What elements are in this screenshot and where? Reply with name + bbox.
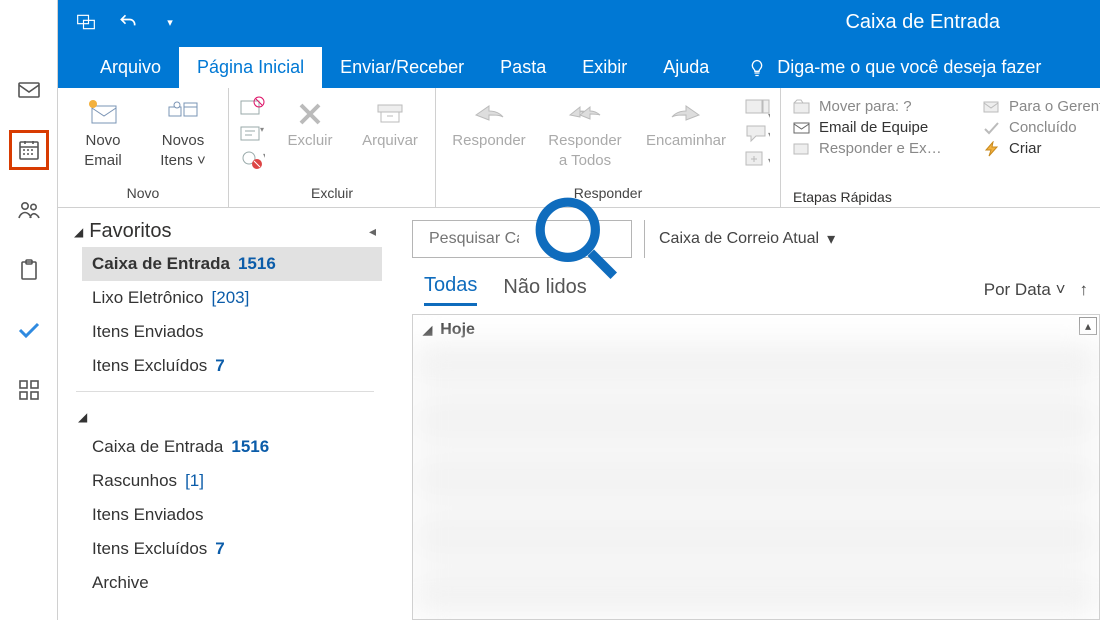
caret-down-icon: ◢ <box>423 323 432 337</box>
folder-inbox-fav[interactable]: Caixa de Entrada 1516 <box>82 247 382 281</box>
done-check-icon <box>983 120 1001 136</box>
folder-nav: ◢Favoritos Caixa de Entrada 1516 Lixo El… <box>58 208 388 620</box>
folder-archive[interactable]: Archive <box>82 566 382 600</box>
ribbon-group-etapas: Mover para: ? Para o Gerente Email de Eq… <box>781 88 1100 207</box>
sort-by[interactable]: Por Data ˅ <box>984 280 1066 300</box>
message-list-pane: Caixa de Correio Atual▾ Todas Não lidos … <box>388 208 1100 620</box>
sort-direction[interactable]: ↑ <box>1080 280 1089 300</box>
chevron-down-icon: ▾ <box>827 229 835 249</box>
team-email-icon <box>793 120 811 136</box>
apps-rail-icon[interactable] <box>9 370 49 410</box>
novo-email-button[interactable]: Novo Email <box>68 94 138 170</box>
folder-move-icon <box>793 99 811 115</box>
quickstep-team-email[interactable]: Email de Equipe <box>793 119 963 136</box>
left-rail <box>0 0 58 620</box>
tab-exibir[interactable]: Exibir <box>564 47 645 88</box>
group-label-excluir: Excluir <box>239 185 425 205</box>
filter-tab-todas[interactable]: Todas <box>424 274 477 306</box>
search-input[interactable] <box>427 229 521 249</box>
new-mail-icon <box>86 97 120 127</box>
new-items-icon <box>166 97 200 127</box>
tell-me[interactable]: Diga-me o que você deseja fazer <box>727 57 1057 88</box>
window-title: Caixa de Entrada <box>58 11 1020 34</box>
reply-icon <box>472 97 506 127</box>
tab-pasta[interactable]: Pasta <box>482 47 564 88</box>
search-scope-dropdown[interactable]: Caixa de Correio Atual▾ <box>644 220 849 258</box>
todo-rail-icon[interactable] <box>9 310 49 350</box>
svg-text:▾: ▾ <box>263 151 265 160</box>
lightbulb-icon <box>747 58 767 78</box>
ribbon-group-excluir: ▾ ▾ Excluir Arquivar Excluir <box>229 88 436 207</box>
svg-text:▾: ▾ <box>768 111 770 118</box>
tell-me-label: Diga-me o que você deseja fazer <box>777 57 1041 78</box>
folder-sent-fav[interactable]: Itens Enviados <box>82 315 382 349</box>
folder-sent[interactable]: Itens Enviados <box>82 498 382 532</box>
forward-icon <box>669 97 703 127</box>
tab-arquivo[interactable]: Arquivo <box>82 47 179 88</box>
folder-deleted[interactable]: Itens Excluídos 7 <box>82 532 382 566</box>
svg-text:▾: ▾ <box>768 130 770 139</box>
folder-inbox[interactable]: Caixa de Entrada 1516 <box>82 430 382 464</box>
encaminhar-button[interactable]: Encaminhar <box>638 94 734 150</box>
cleanup-stack[interactable]: ▾ ▾ <box>239 94 265 170</box>
quickstep-reply-delete[interactable]: Responder e Ex… <box>793 140 963 157</box>
ribbon-tabs: Arquivo Página Inicial Enviar/Receber Pa… <box>58 44 1100 88</box>
folder-drafts[interactable]: Rascunhos [1] <box>82 464 382 498</box>
meeting-icon: ▾ <box>744 96 770 118</box>
message-list[interactable]: ◢Hoje ▴ <box>412 314 1100 620</box>
svg-text:▾: ▾ <box>768 156 770 165</box>
quickstep-move-to[interactable]: Mover para: ? <box>793 98 963 115</box>
archive-icon <box>373 97 407 127</box>
quickstep-done[interactable]: Concluído <box>983 119 1100 136</box>
filter-tab-nao-lidos[interactable]: Não lidos <box>503 276 586 305</box>
folder-junk-fav[interactable]: Lixo Eletrônico [203] <box>82 281 382 315</box>
to-manager-icon <box>983 99 1001 115</box>
mail-rail-icon[interactable] <box>9 70 49 110</box>
group-label-novo: Novo <box>68 185 218 205</box>
cleanup-icon: ▾ <box>239 122 265 144</box>
nav-separator <box>76 391 374 392</box>
tab-pagina-inicial[interactable]: Página Inicial <box>179 47 322 88</box>
blurred-messages <box>413 341 1099 619</box>
collapse-nav-icon[interactable] <box>369 223 376 240</box>
tab-ajuda[interactable]: Ajuda <box>645 47 727 88</box>
people-rail-icon[interactable] <box>9 190 49 230</box>
im-icon: ▾ <box>744 122 770 144</box>
chevron-down-icon: ˅ <box>1056 280 1066 299</box>
calendar-rail-icon[interactable] <box>9 130 49 170</box>
ribbon-group-novo: Novo Email Novos Itens ˅ Novo <box>58 88 229 207</box>
novos-itens-button[interactable]: Novos Itens ˅ <box>148 94 218 170</box>
more-icon: ▾ <box>744 148 770 170</box>
svg-text:▾: ▾ <box>260 125 264 134</box>
excluir-button[interactable]: Excluir <box>275 94 345 150</box>
tasks-rail-icon[interactable] <box>9 250 49 290</box>
junk-icon: ▾ <box>239 148 265 170</box>
more-respond-stack[interactable]: ▾ ▾ ▾ <box>744 94 770 170</box>
caret-down-icon: ◢ <box>78 410 87 424</box>
group-today-header[interactable]: ◢Hoje <box>423 321 475 339</box>
delete-x-icon <box>293 97 327 127</box>
favorites-header[interactable]: ◢Favoritos <box>74 220 171 243</box>
ribbon-group-responder: Responder Responder a Todos Encaminhar ▾… <box>436 88 781 207</box>
reply-delete-icon <box>793 141 811 157</box>
title-bar: ▾ Caixa de Entrada <box>58 0 1100 44</box>
account-folders: Caixa de Entrada 1516 Rascunhos [1] Iten… <box>68 430 382 600</box>
ribbon: Novo Email Novos Itens ˅ Novo ▾ <box>58 88 1100 208</box>
favorites-folders: Caixa de Entrada 1516 Lixo Eletrônico [2… <box>68 247 382 383</box>
quickstep-to-manager[interactable]: Para o Gerente <box>983 98 1100 115</box>
responder-button[interactable]: Responder <box>446 94 532 150</box>
ignore-icon <box>239 96 265 118</box>
scroll-up-button[interactable]: ▴ <box>1079 317 1097 335</box>
quickstep-create[interactable]: Criar <box>983 140 1100 157</box>
group-label-etapas: Etapas Rápidas <box>793 189 1100 205</box>
caret-down-icon: ◢ <box>74 225 83 239</box>
responder-todos-button[interactable]: Responder a Todos <box>542 94 628 170</box>
arquivar-button[interactable]: Arquivar <box>355 94 425 150</box>
search-box[interactable] <box>412 220 632 258</box>
tab-enviar-receber[interactable]: Enviar/Receber <box>322 47 482 88</box>
account-header[interactable]: ◢ <box>68 402 382 430</box>
reply-all-icon <box>568 97 602 127</box>
lightning-icon <box>983 141 1001 157</box>
folder-deleted-fav[interactable]: Itens Excluídos 7 <box>82 349 382 383</box>
